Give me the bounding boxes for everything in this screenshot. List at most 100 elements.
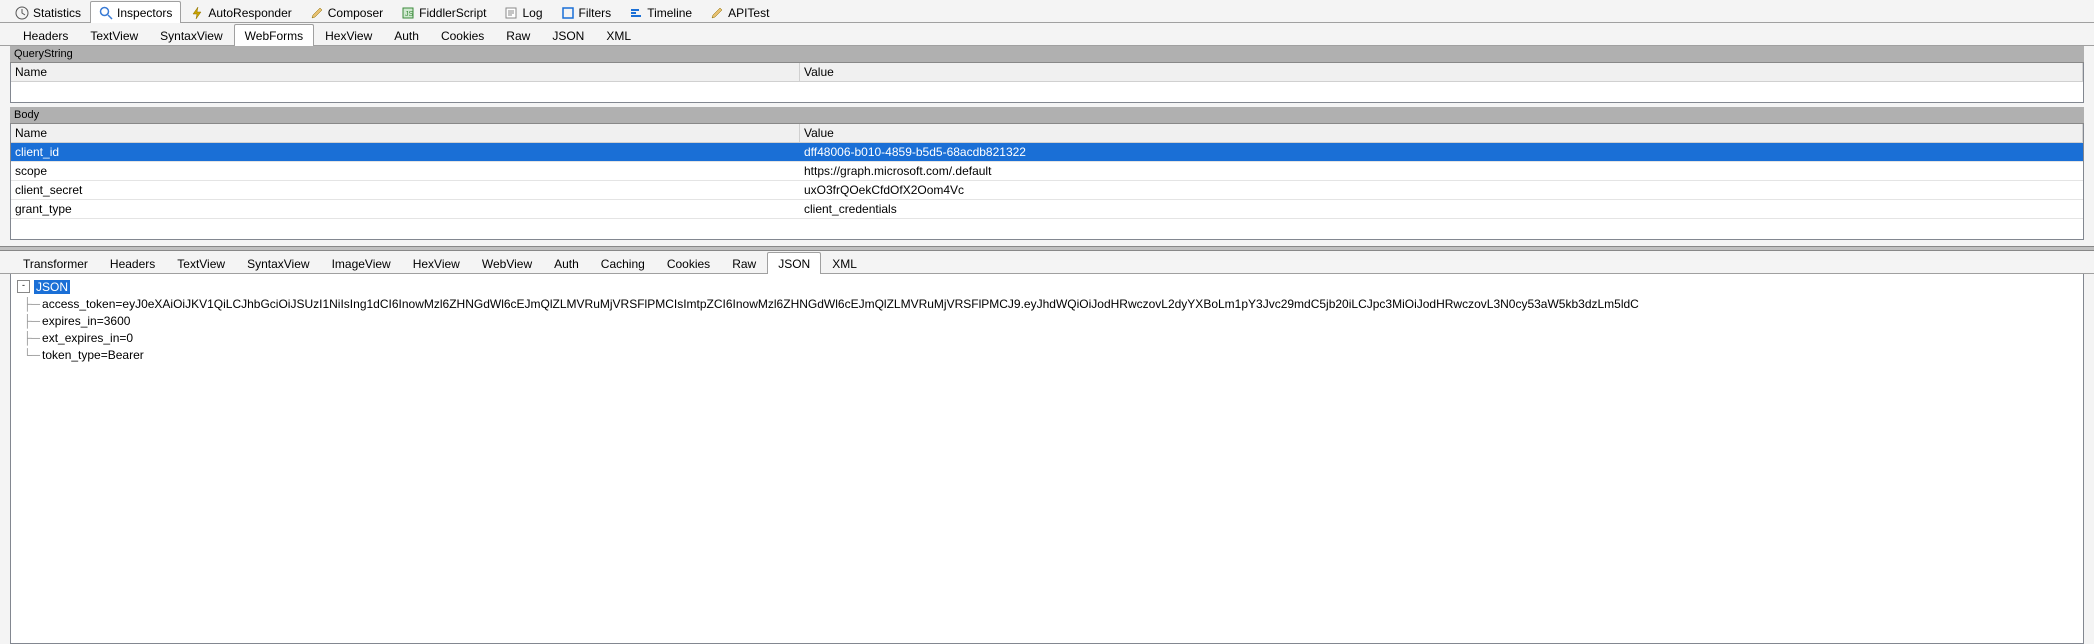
- tree-connector-icon: ├─: [17, 331, 40, 345]
- request-tab-xml[interactable]: XML: [595, 24, 642, 46]
- body-row[interactable]: client_iddff48006-b010-4859-b5d5-68acdb8…: [11, 143, 2083, 162]
- response-tab-label: Caching: [601, 257, 645, 271]
- tree-toggle-icon[interactable]: -: [17, 280, 30, 293]
- request-tab-cookies[interactable]: Cookies: [430, 24, 495, 46]
- response-tab-label: ImageView: [332, 257, 391, 271]
- request-tab-auth[interactable]: Auth: [383, 24, 430, 46]
- top-tab-composer[interactable]: Composer: [301, 1, 392, 23]
- body-cell-value[interactable]: https://graph.microsoft.com/.default: [800, 162, 2083, 180]
- response-tab-label: SyntaxView: [247, 257, 309, 271]
- top-tab-label: Statistics: [33, 6, 81, 20]
- response-tab-label: XML: [832, 257, 857, 271]
- pencil-icon: [710, 6, 724, 20]
- response-tab-auth[interactable]: Auth: [543, 252, 590, 274]
- top-tab-label: APITest: [728, 6, 769, 20]
- clock-icon: [15, 6, 29, 20]
- request-tab-label: TextView: [90, 29, 138, 43]
- json-tree[interactable]: -JSON├─access_token=eyJ0eXAiOiJKV1QiLCJh…: [10, 274, 2084, 644]
- json-tree-item[interactable]: └─token_type=Bearer: [17, 346, 2083, 363]
- json-tree-item-label[interactable]: access_token=eyJ0eXAiOiJKV1QiLCJhbGciOiJ…: [40, 297, 1641, 311]
- request-tab-label: WebForms: [245, 29, 303, 43]
- json-tree-item[interactable]: ├─expires_in=3600: [17, 312, 2083, 329]
- querystring-col-value[interactable]: Value: [800, 63, 2083, 81]
- querystring-grid[interactable]: Name Value: [10, 63, 2084, 103]
- request-tab-syntaxview[interactable]: SyntaxView: [149, 24, 233, 46]
- top-tab-label: Timeline: [647, 6, 692, 20]
- response-tab-transformer[interactable]: Transformer: [12, 252, 99, 274]
- log-icon: [504, 6, 518, 20]
- response-tab-textview[interactable]: TextView: [166, 252, 236, 274]
- top-tab-label: Inspectors: [117, 6, 172, 20]
- top-tab-label: FiddlerScript: [419, 6, 486, 20]
- json-tree-root-label[interactable]: JSON: [34, 280, 70, 294]
- top-tab-fiddlerscript[interactable]: JS FiddlerScript: [392, 1, 495, 23]
- response-tab-label: WebView: [482, 257, 532, 271]
- json-tree-item[interactable]: ├─ext_expires_in=0: [17, 329, 2083, 346]
- body-row[interactable]: grant_typeclient_credentials: [11, 200, 2083, 219]
- json-tree-item-label[interactable]: ext_expires_in=0: [40, 331, 135, 345]
- svg-text:JS: JS: [405, 11, 414, 18]
- body-grid[interactable]: Name Value client_iddff48006-b010-4859-b…: [10, 124, 2084, 240]
- request-tab-hexview[interactable]: HexView: [314, 24, 383, 46]
- top-tab-filters[interactable]: Filters: [552, 1, 621, 23]
- body-cell-name[interactable]: client_secret: [11, 181, 800, 199]
- request-tab-webforms[interactable]: WebForms: [234, 24, 314, 46]
- top-tab-timeline[interactable]: Timeline: [620, 1, 701, 23]
- response-tab-cookies[interactable]: Cookies: [656, 252, 721, 274]
- body-cell-name[interactable]: client_id: [11, 143, 800, 161]
- response-tab-imageview[interactable]: ImageView: [321, 252, 402, 274]
- body-empty-area[interactable]: [11, 219, 2083, 239]
- response-tab-syntaxview[interactable]: SyntaxView: [236, 252, 320, 274]
- response-tab-hexview[interactable]: HexView: [402, 252, 471, 274]
- timeline-icon: [629, 6, 643, 20]
- top-tab-statistics[interactable]: Statistics: [6, 1, 90, 23]
- top-tab-inspectors[interactable]: Inspectors: [90, 1, 181, 23]
- response-tab-raw[interactable]: Raw: [721, 252, 767, 274]
- json-tree-item-label[interactable]: token_type=Bearer: [40, 348, 146, 362]
- top-tab-label: Composer: [328, 6, 383, 20]
- response-tab-label: Auth: [554, 257, 579, 271]
- json-tree-root[interactable]: -JSON: [17, 278, 2083, 295]
- script-icon: JS: [401, 6, 415, 20]
- querystring-section-header: QueryString: [10, 46, 2084, 63]
- response-tab-caching[interactable]: Caching: [590, 252, 656, 274]
- json-tree-item-label[interactable]: expires_in=3600: [40, 314, 132, 328]
- top-tab-autoresponder[interactable]: AutoResponder: [181, 1, 300, 23]
- pencil-icon: [310, 6, 324, 20]
- body-col-name[interactable]: Name: [11, 124, 800, 142]
- response-tab-label: Headers: [110, 257, 155, 271]
- magnifier-icon: [99, 6, 113, 20]
- body-row[interactable]: client_secretuxO3frQOekCfdOfX2Oom4Vc: [11, 181, 2083, 200]
- top-tab-apitest[interactable]: APITest: [701, 1, 778, 23]
- bolt-icon: [190, 6, 204, 20]
- request-tab-json[interactable]: JSON: [541, 24, 595, 46]
- tree-connector-icon: └─: [17, 348, 40, 362]
- top-tab-label: AutoResponder: [208, 6, 291, 20]
- querystring-col-name[interactable]: Name: [11, 63, 800, 81]
- request-tab-raw[interactable]: Raw: [495, 24, 541, 46]
- response-tab-webview[interactable]: WebView: [471, 252, 543, 274]
- top-tab-log[interactable]: Log: [495, 1, 551, 23]
- response-subtabs: Transformer Headers TextView SyntaxView Imag…: [0, 251, 2094, 274]
- body-cell-value[interactable]: uxO3frQOekCfdOfX2Oom4Vc: [800, 181, 2083, 199]
- body-cell-name[interactable]: scope: [11, 162, 800, 180]
- request-tab-label: Cookies: [441, 29, 484, 43]
- response-tab-json[interactable]: JSON: [767, 252, 821, 274]
- request-tab-textview[interactable]: TextView: [79, 24, 149, 46]
- body-col-value[interactable]: Value: [800, 124, 2083, 142]
- body-cell-name[interactable]: grant_type: [11, 200, 800, 218]
- body-row[interactable]: scopehttps://graph.microsoft.com/.defaul…: [11, 162, 2083, 181]
- response-tab-label: JSON: [778, 257, 810, 271]
- tree-connector-icon: ├─: [17, 314, 40, 328]
- response-tab-headers[interactable]: Headers: [99, 252, 166, 274]
- body-cell-value[interactable]: client_credentials: [800, 200, 2083, 218]
- request-tab-label: Auth: [394, 29, 419, 43]
- top-tab-label: Log: [522, 6, 542, 20]
- response-tab-xml[interactable]: XML: [821, 252, 868, 274]
- request-tab-headers[interactable]: Headers: [12, 24, 79, 46]
- top-tabstrip: Statistics Inspectors AutoResponder Compose…: [0, 0, 2094, 23]
- json-tree-item[interactable]: ├─access_token=eyJ0eXAiOiJKV1QiLCJhbGciO…: [17, 295, 2083, 312]
- body-cell-value[interactable]: dff48006-b010-4859-b5d5-68acdb821322: [800, 143, 2083, 161]
- querystring-empty-area[interactable]: [11, 82, 2083, 102]
- request-tab-label: Raw: [506, 29, 530, 43]
